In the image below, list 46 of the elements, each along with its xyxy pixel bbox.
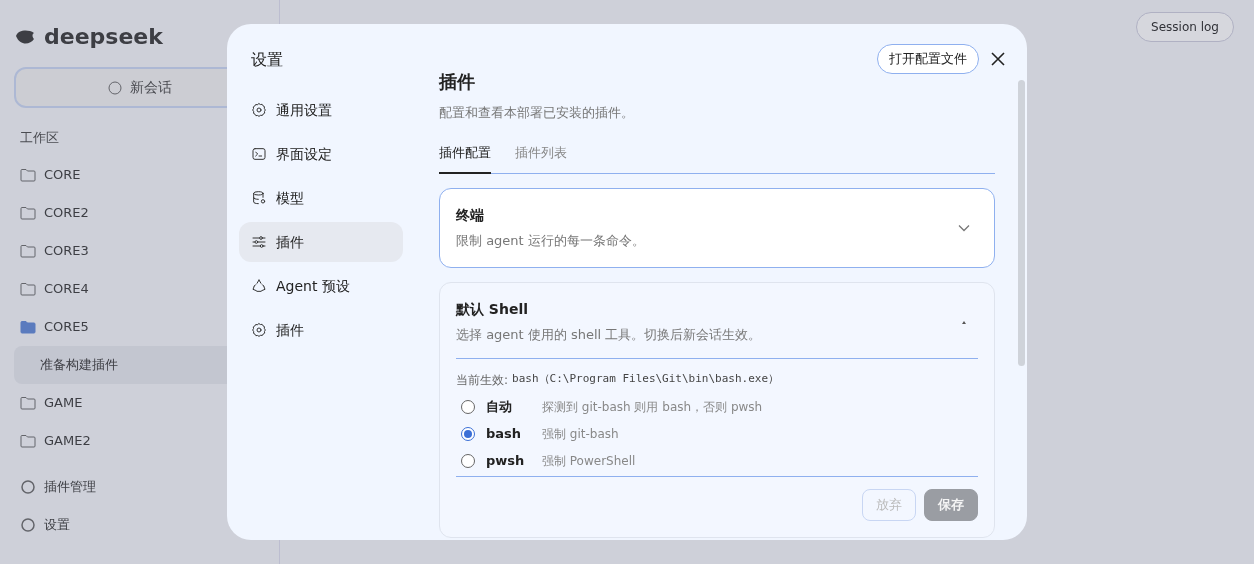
folder-item[interactable]: GAME bbox=[14, 383, 265, 422]
chevron-down-icon bbox=[958, 224, 970, 233]
nav-item[interactable]: 插件 bbox=[239, 222, 403, 262]
sidebar-link[interactable]: 插件管理 bbox=[14, 468, 265, 506]
open-config-button[interactable]: 打开配置文件 bbox=[877, 44, 979, 74]
close-icon bbox=[991, 52, 1005, 66]
folder-icon bbox=[20, 319, 36, 334]
panel-title: 默认 Shell bbox=[456, 299, 530, 319]
circle-icon bbox=[20, 517, 36, 533]
path-text: bash（C:\Program Files\Git\bin\bash.exe） bbox=[512, 371, 780, 387]
section-label: 工作区 bbox=[20, 129, 60, 147]
option-label: 自动 bbox=[486, 397, 513, 416]
option-label: pwsh bbox=[486, 451, 526, 470]
folder-icon bbox=[20, 167, 36, 182]
panel-description: 限制 agent 运行的每一条命令。 bbox=[456, 232, 645, 250]
scrollbar[interactable] bbox=[1018, 80, 1025, 366]
option-hint: 探测到 git-bash 则用 bash，否则 pwsh bbox=[542, 398, 763, 416]
brand-name: deepseek bbox=[44, 23, 163, 51]
option-hint: 强制 git-bash bbox=[542, 425, 619, 443]
tab[interactable]: 插件列表 bbox=[515, 142, 567, 174]
radio-button[interactable] bbox=[461, 453, 475, 468]
folder-icon bbox=[20, 243, 36, 258]
radio-button[interactable] bbox=[461, 426, 475, 441]
folder-item[interactable]: GAME2 bbox=[14, 421, 265, 460]
panel-title: 终端 bbox=[456, 206, 485, 225]
field-label: 当前生效: bbox=[456, 372, 509, 389]
session-log-button[interactable]: Session log bbox=[1136, 12, 1234, 42]
folder-icon bbox=[20, 281, 36, 296]
terminal-icon bbox=[251, 146, 267, 162]
gear-icon bbox=[251, 102, 267, 118]
close-button[interactable] bbox=[989, 50, 1007, 68]
folder-icon bbox=[20, 205, 36, 220]
sidebar-link[interactable]: 设置 bbox=[14, 506, 265, 544]
gear-icon bbox=[251, 322, 267, 338]
folder-icon bbox=[20, 395, 36, 410]
section-description: 配置和查看本部署已安装的插件。 bbox=[439, 104, 635, 122]
option-label: bash bbox=[486, 424, 523, 443]
sliders-icon bbox=[251, 234, 267, 250]
panel-description: 选择 agent 使用的 shell 工具。切换后新会话生效。 bbox=[456, 325, 762, 344]
database-icon bbox=[251, 190, 267, 206]
tab[interactable]: 插件配置 bbox=[439, 142, 491, 174]
option-hint: 强制 PowerShell bbox=[542, 452, 636, 470]
folder-icon bbox=[20, 433, 36, 448]
radio-button[interactable] bbox=[461, 399, 475, 414]
circle-icon bbox=[20, 479, 36, 495]
section-heading: 插件 bbox=[439, 70, 476, 94]
